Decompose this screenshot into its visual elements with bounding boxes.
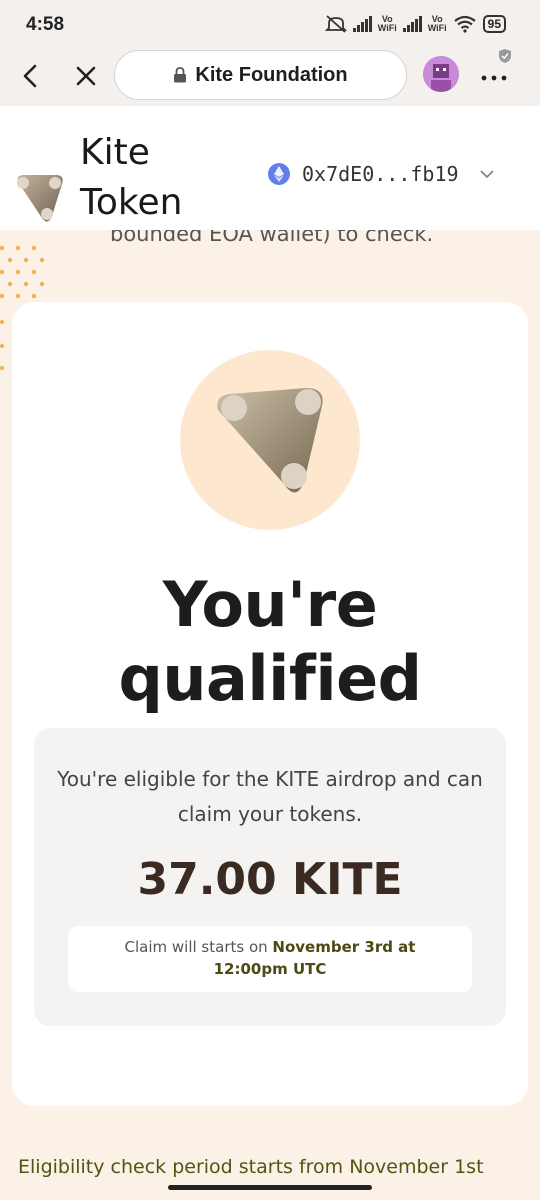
home-indicator[interactable] <box>168 1185 372 1190</box>
vowifi-label: Vo WiFi <box>377 14 397 33</box>
chevron-down-icon <box>479 170 494 179</box>
eligibility-message: You're eligible for the KITE airdrop and… <box>57 767 483 826</box>
wallet-address: 0x7dE0...fb19 <box>302 162 459 186</box>
claim-schedule-line-1: Claim will starts on November 3rd at <box>68 936 472 958</box>
claim-prefix: Claim will starts on <box>124 938 268 956</box>
kite-token-icon <box>217 388 323 493</box>
headline-line-1: You're <box>162 568 378 641</box>
wifi-icon <box>453 15 476 33</box>
browser-toolbar: Kite Foundation <box>0 48 540 106</box>
headline-line-2: qualified <box>118 642 422 715</box>
avatar-image <box>423 56 459 92</box>
qualification-headline: You're qualified <box>12 568 528 716</box>
status-bar: 4:58 Vo WiFi Vo WiFi 95 <box>0 0 540 48</box>
qualification-card: You're qualified You're eligible for the… <box>12 302 528 1106</box>
battery-icon: 95 <box>482 15 506 33</box>
token-amount: 37.00 KITE <box>137 854 403 905</box>
site-header: Kite Token 0x7dE0...fb19 <box>0 106 540 230</box>
lock-icon <box>174 67 187 83</box>
eligibility-period-text: Eligibility check period starts from Nov… <box>18 1156 484 1178</box>
back-icon[interactable] <box>14 58 50 94</box>
signal-icon <box>352 16 372 32</box>
kite-logo-icon[interactable] <box>12 174 66 232</box>
claim-date: November 3rd at <box>272 938 416 956</box>
hero-badge <box>180 350 360 530</box>
mute-icon <box>324 15 347 33</box>
shield-icon <box>499 49 511 63</box>
status-time: 4:58 <box>26 14 65 35</box>
brand-line-2: Token <box>80 182 183 223</box>
claim-time: 12:00pm UTC <box>213 960 327 978</box>
close-icon[interactable] <box>68 58 104 94</box>
claim-schedule-box: Claim will starts on November 3rd at 12:… <box>68 926 472 992</box>
airdrop-details: You're eligible for the KITE airdrop and… <box>34 728 506 1026</box>
signal-icon-2 <box>402 16 422 32</box>
status-icons: Vo WiFi Vo WiFi 95 <box>324 14 506 34</box>
ethereum-icon <box>268 163 290 185</box>
wallet-selector[interactable]: 0x7dE0...fb19 <box>268 162 495 186</box>
vowifi-label-2: Vo WiFi <box>427 14 447 33</box>
address-bar[interactable]: Kite Foundation <box>114 50 407 100</box>
avatar[interactable] <box>423 56 459 92</box>
brand-name[interactable]: Kite Token <box>80 128 182 228</box>
instruction-text-partial: bounded EOA wallet) to check. <box>110 230 434 246</box>
brand-line-1: Kite <box>80 132 150 173</box>
page-title: Kite Foundation <box>195 63 348 86</box>
